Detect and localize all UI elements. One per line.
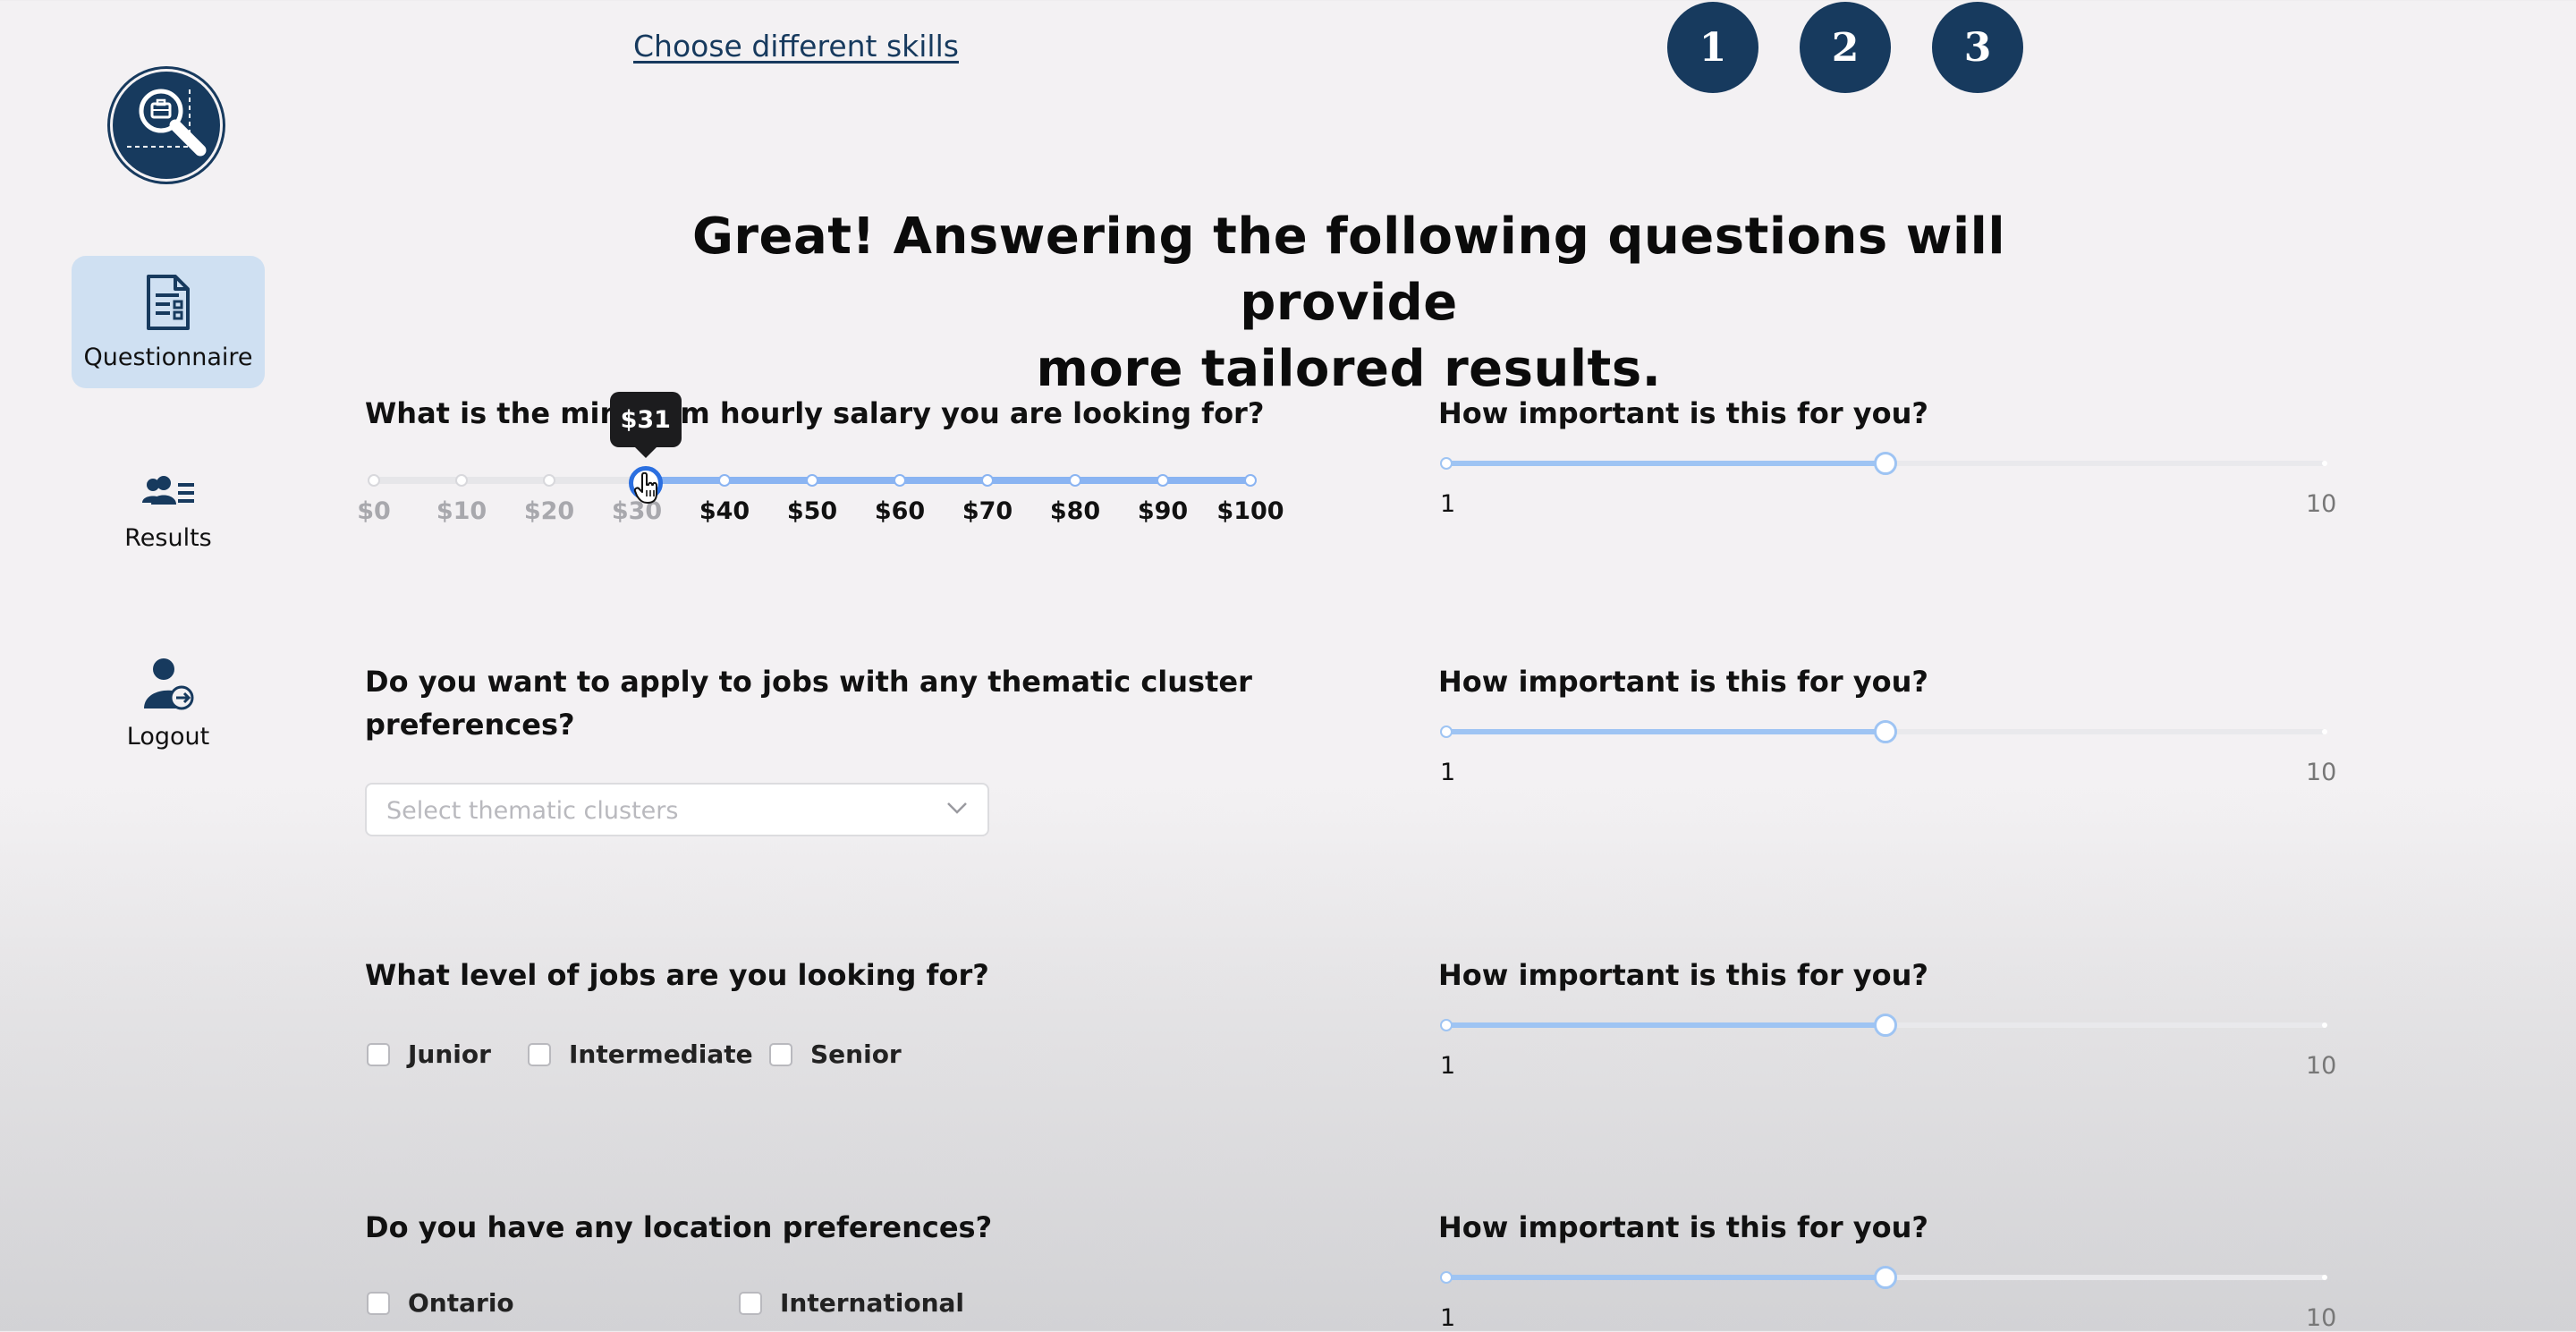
salary-step-dot[interactable]: [806, 474, 818, 487]
location-importance-question: How important is this for you?: [1438, 1210, 1928, 1244]
importance-max-label: 10: [2306, 1304, 2337, 1332]
sidebar-item-label: Questionnaire: [83, 343, 253, 371]
thematic-question-line-1: Do you want to apply to jobs with any th…: [365, 665, 1252, 699]
importance-max-label: 10: [2306, 490, 2337, 518]
thematic-question: Do you want to apply to jobs with any th…: [365, 660, 1252, 746]
importance-min-label: 1: [1440, 490, 1456, 518]
step-1-indicator[interactable]: 1: [1667, 2, 1758, 93]
salary-mark-label[interactable]: $90: [1127, 497, 1199, 525]
salary-step-dot[interactable]: [1244, 474, 1257, 487]
users-list-icon: [142, 475, 194, 505]
tooltip-arrow: [634, 447, 657, 458]
importance-slider-max-dot[interactable]: [2322, 729, 2327, 734]
salary-step-dot[interactable]: [543, 474, 555, 487]
importance-slider-max-dot[interactable]: [2322, 1275, 2327, 1280]
document-icon: [147, 274, 190, 330]
ontario-label: Ontario: [408, 1288, 514, 1318]
junior-checkbox[interactable]: [367, 1043, 390, 1066]
sidebar-item-label: Logout: [126, 722, 210, 751]
importance-min-label: 1: [1440, 1052, 1456, 1080]
importance-min-label: 1: [1440, 759, 1456, 786]
salary-step-dot[interactable]: [981, 474, 994, 487]
sidebar-item-logout[interactable]: Logout: [72, 637, 265, 769]
salary-step-dot[interactable]: [894, 474, 906, 487]
page-headline: Great! Answering the following questions…: [608, 204, 2089, 403]
job-level-question: What level of jobs are you looking for?: [365, 958, 989, 992]
intermediate-label: Intermediate: [569, 1039, 753, 1069]
salary-step-dot[interactable]: [455, 474, 468, 487]
headline-line-1: Great! Answering the following questions…: [691, 208, 2006, 332]
importance-min-label: 1: [1440, 1304, 1456, 1332]
salary-mark-label[interactable]: $0: [338, 497, 410, 525]
international-label: International: [780, 1288, 965, 1318]
choose-different-skills-link[interactable]: Choose different skills: [633, 29, 959, 64]
salary-value-tooltip: $31: [609, 392, 682, 447]
user-logout-icon: [144, 658, 194, 709]
thematic-importance-question: How important is this for you?: [1438, 665, 1928, 699]
salary-mark-label[interactable]: $20: [513, 497, 585, 525]
salary-mark-label[interactable]: $70: [952, 497, 1023, 525]
importance-slider-min-dot[interactable]: [1440, 725, 1453, 738]
junior-label: Junior: [408, 1039, 491, 1069]
senior-checkbox[interactable]: [769, 1043, 792, 1066]
thematic-clusters-select[interactable]: Select thematic clusters: [365, 783, 989, 836]
salary-step-dot[interactable]: [718, 474, 731, 487]
chevron-down-icon: [947, 802, 967, 814]
importance-max-label: 10: [2306, 759, 2337, 786]
step-3-indicator[interactable]: 3: [1932, 2, 2023, 93]
job-level-importance-handle[interactable]: [1874, 1014, 1897, 1037]
importance-slider-track: [1445, 1022, 1885, 1028]
app-logo: [113, 72, 220, 179]
job-level-importance-question: How important is this for you?: [1438, 958, 1928, 992]
salary-step-dot[interactable]: [368, 474, 380, 487]
salary-question: What is the minimum hourly salary you ar…: [365, 396, 1265, 430]
international-checkbox[interactable]: [739, 1292, 762, 1315]
salary-mark-label[interactable]: $80: [1039, 497, 1111, 525]
importance-slider-track: [1445, 461, 1885, 466]
thematic-importance-handle[interactable]: [1874, 720, 1897, 743]
salary-mark-label[interactable]: $40: [689, 497, 760, 525]
importance-slider-min-dot[interactable]: [1440, 1019, 1453, 1031]
salary-mark-label[interactable]: $10: [426, 497, 497, 525]
intermediate-checkbox[interactable]: [528, 1043, 551, 1066]
select-placeholder: Select thematic clusters: [386, 797, 679, 825]
salary-mark-label[interactable]: $50: [776, 497, 848, 525]
location-question: Do you have any location preferences?: [365, 1210, 993, 1244]
importance-slider-min-dot[interactable]: [1440, 1271, 1453, 1284]
sidebar-item-results[interactable]: Results: [72, 447, 265, 580]
location-importance-handle[interactable]: [1874, 1266, 1897, 1289]
importance-slider-track: [1445, 729, 1885, 734]
importance-slider-track: [1445, 1275, 1885, 1280]
salary-mark-label[interactable]: $100: [1215, 497, 1286, 525]
salary-importance-handle[interactable]: [1874, 452, 1897, 475]
senior-label: Senior: [810, 1039, 902, 1069]
salary-importance-question: How important is this for you?: [1438, 396, 1928, 430]
salary-step-dot[interactable]: [1069, 474, 1081, 487]
sidebar-item-label: Results: [124, 523, 212, 552]
sidebar-item-questionnaire[interactable]: Questionnaire: [72, 256, 265, 388]
thematic-question-line-2: preferences?: [365, 708, 575, 742]
importance-slider-min-dot[interactable]: [1440, 457, 1453, 470]
magnifier-briefcase-icon: [127, 89, 207, 157]
importance-slider-max-dot[interactable]: [2322, 461, 2327, 466]
hand-cursor-icon: [633, 472, 657, 504]
ontario-checkbox[interactable]: [367, 1292, 390, 1315]
importance-max-label: 10: [2306, 1052, 2337, 1080]
salary-mark-label[interactable]: $60: [864, 497, 936, 525]
step-2-indicator[interactable]: 2: [1800, 2, 1891, 93]
importance-slider-max-dot[interactable]: [2322, 1022, 2327, 1028]
salary-step-dot[interactable]: [1157, 474, 1169, 487]
